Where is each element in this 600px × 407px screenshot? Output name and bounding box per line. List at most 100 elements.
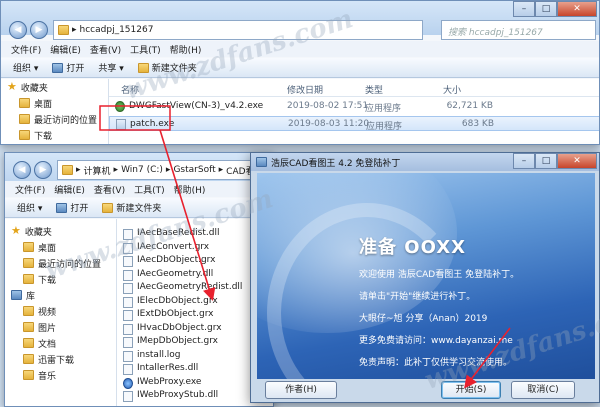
address-bar[interactable]: ▸ 计算机 ▸ Win7 (C:) ▸ GstarSoft ▸ CAD看图 xyxy=(57,160,273,180)
toolbar-item[interactable]: 组织 ▾ xyxy=(13,61,38,74)
folder-icon xyxy=(62,165,73,175)
toolbar-item-label: 打开 xyxy=(70,204,89,214)
nav-item-label: 桌面 xyxy=(34,99,53,110)
dialog-heading: 准备 OOXX xyxy=(359,237,466,258)
new-folder-icon xyxy=(102,202,114,213)
file-icon xyxy=(123,350,133,362)
file-icon xyxy=(123,283,133,294)
dialog-title: 浩辰CAD看图王 4.2 免登陆补丁 xyxy=(271,158,401,169)
cancel-button[interactable]: 取消(C) xyxy=(511,381,575,399)
maximize-button[interactable]: □ xyxy=(535,1,557,17)
toolbar-item[interactable]: 组织 ▾ xyxy=(17,201,42,214)
nav-item-label: 库 xyxy=(26,291,36,302)
explorer-window-cad: ◀ ▶ ▸ 计算机 ▸ Win7 (C:) ▸ GstarSoft ▸ CAD看图 文件(F)… xyxy=(4,152,274,407)
breadcrumb-item[interactable]: hccadpj_151267 xyxy=(80,25,154,35)
file-date: 2019-08-02 17:51 xyxy=(287,101,369,111)
menu-item[interactable]: 文件(F) xyxy=(15,183,45,196)
back-button[interactable]: ◀ xyxy=(9,21,27,39)
file-icon xyxy=(123,296,133,308)
breadcrumb-item[interactable]: GstarSoft xyxy=(173,165,215,175)
nav-item[interactable]: 最近访问的位置 xyxy=(1,111,108,127)
address-bar[interactable]: ▸ hccadpj_151267 xyxy=(53,20,423,40)
nav-item[interactable]: 视频 xyxy=(5,303,116,319)
file-name: IHvacDbObject.grx xyxy=(137,322,222,333)
file-name: IAecDbObject.grx xyxy=(137,255,216,265)
downloads-icon xyxy=(19,130,30,140)
dialog-line: 请单击"开始"继续进行补丁。 xyxy=(359,292,476,302)
menu-item[interactable]: 编辑(E) xyxy=(54,183,85,196)
file-name: IAecGeometry.dll xyxy=(137,268,214,279)
file-name: IAecGeometryRedist.dll xyxy=(137,282,243,292)
toolbar-item-label: 新建文件夹 xyxy=(116,204,162,214)
breadcrumb-separator-icon: ▸ xyxy=(165,165,171,175)
close-button[interactable]: ✕ xyxy=(557,1,597,17)
file-row[interactable]: patch.exe 2019-08-03 11:20 应用程序 683 KB xyxy=(109,116,599,132)
toolbar-item[interactable]: 打开 xyxy=(52,61,84,74)
nav-item-label: 文档 xyxy=(38,339,57,350)
file-name: install.log xyxy=(137,349,181,360)
file-name: IWebProxyStub.dll xyxy=(137,390,219,400)
pictures-icon xyxy=(23,322,34,332)
web-proxy-icon xyxy=(123,377,133,389)
file-row[interactable]: DWGFastView(CN-3)_v4.2.exe 2019-08-02 17:… xyxy=(109,99,599,114)
search-input[interactable]: 搜索 hccadpj_151267 xyxy=(441,20,596,40)
file-date: 2019-08-03 11:20 xyxy=(288,119,370,129)
toolbar-item[interactable]: 共享 ▾ xyxy=(98,61,123,74)
navigation-pane: ★ 收藏夹桌面 最近访问的位置 下载 xyxy=(1,79,109,144)
nav-item[interactable]: 迅雷下载 xyxy=(5,351,116,367)
menu-item[interactable]: 查看(V) xyxy=(94,183,125,196)
open-icon xyxy=(56,202,68,213)
menu-item[interactable]: 工具(T) xyxy=(130,43,161,56)
nav-item[interactable]: 音乐 xyxy=(5,367,116,383)
minimize-button[interactable]: – xyxy=(513,153,535,169)
menu-item[interactable]: 工具(T) xyxy=(134,183,165,196)
file-icon xyxy=(123,364,133,375)
nav-item[interactable]: 文档 xyxy=(5,335,116,351)
file-name: IWebProxy.exe xyxy=(137,376,202,387)
nav-item[interactable]: 库 xyxy=(5,287,116,303)
nav-item[interactable]: ★ 收藏夹 xyxy=(5,223,116,239)
column-size[interactable]: 大小 xyxy=(443,83,461,96)
breadcrumb-separator-icon: ▸ xyxy=(218,165,224,175)
nav-item-label: 图片 xyxy=(38,323,57,334)
toolbar-item[interactable]: 新建文件夹 xyxy=(102,201,161,214)
nav-item[interactable]: ★ 收藏夹 xyxy=(1,79,108,95)
close-button[interactable]: ✕ xyxy=(557,153,597,169)
recent-places-icon xyxy=(19,114,30,124)
toolbar-item[interactable]: 打开 xyxy=(56,201,88,214)
menu-item[interactable]: 编辑(E) xyxy=(50,43,81,56)
menu-item[interactable]: 查看(V) xyxy=(90,43,121,56)
window-controls: – □ ✕ xyxy=(513,153,597,169)
minimize-button[interactable]: – xyxy=(513,1,535,17)
file-type: 应用程序 xyxy=(366,122,403,132)
folder-icon xyxy=(58,25,69,35)
column-date[interactable]: 修改日期 xyxy=(287,83,323,96)
breadcrumb-item[interactable]: Win7 (C:) xyxy=(121,165,163,175)
forward-button[interactable]: ▶ xyxy=(30,21,48,39)
file-name: IMepDbObject.grx xyxy=(137,336,218,346)
file-icon xyxy=(123,337,133,348)
dialog-line: 大眼仔~旭 分享（Anan）2019 xyxy=(359,314,488,324)
nav-item[interactable]: 下载 xyxy=(1,127,108,143)
breadcrumb-item[interactable]: 计算机 xyxy=(84,164,111,177)
star-icon: ★ xyxy=(11,224,21,237)
nav-item[interactable]: 图片 xyxy=(5,319,116,335)
column-type[interactable]: 类型 xyxy=(365,83,383,96)
file-name: IElecDbObject.grx xyxy=(137,295,218,306)
menu-item[interactable]: 文件(F) xyxy=(11,43,41,56)
back-button[interactable]: ◀ xyxy=(13,161,31,179)
desktop-icon xyxy=(19,98,30,108)
thunder-download-icon xyxy=(23,354,34,364)
maximize-button[interactable]: □ xyxy=(535,153,557,169)
nav-item[interactable]: 桌面 xyxy=(1,95,108,111)
forward-button[interactable]: ▶ xyxy=(34,161,52,179)
desktop-icon xyxy=(23,242,34,252)
menu-item[interactable]: 帮助(H) xyxy=(174,183,206,196)
file-icon xyxy=(123,391,133,402)
breadcrumb-separator-icon: ▸ xyxy=(113,165,119,175)
documents-icon xyxy=(23,338,34,348)
toolbar-item-label: 共享 ▾ xyxy=(98,64,124,74)
music-icon xyxy=(23,370,34,380)
file-size: 62,721 KB xyxy=(446,101,493,111)
author-button[interactable]: 作者(H) xyxy=(265,381,337,399)
